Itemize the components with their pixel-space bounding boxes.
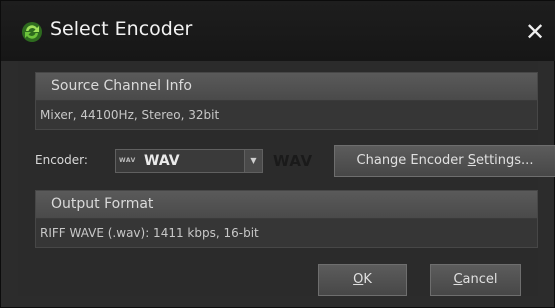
change-button-mnemonic: S — [467, 153, 476, 168]
ok-mnemonic: O — [353, 272, 364, 287]
encoder-label: Encoder: — [35, 153, 88, 167]
encoder-row: Encoder: WAV WAV ▼ WAV Change Encoder Se… — [35, 145, 555, 177]
close-icon[interactable]: ✕ — [522, 19, 548, 45]
cancel-button[interactable]: Cancel — [430, 264, 521, 296]
refresh-arrows-icon — [22, 22, 42, 42]
change-encoder-settings-button[interactable]: Change Encoder Settings... — [334, 145, 555, 177]
select-encoder-dialog: Select Encoder ✕ Source Channel Info Mix… — [0, 0, 555, 308]
source-channel-info-panel: Source Channel Info Mixer, 44100Hz, Ster… — [35, 72, 538, 130]
ok-button[interactable]: OK — [318, 264, 407, 296]
title-bar[interactable]: Select Encoder ✕ — [1, 1, 555, 61]
ok-rest: K — [363, 272, 372, 287]
cancel-rest: ancel — [462, 272, 498, 287]
output-format-value: RIFF WAVE (.wav): 1411 kbps, 16-bit — [36, 219, 537, 247]
wav-logo: WAV — [273, 152, 313, 170]
output-format-header: Output Format — [36, 191, 537, 219]
wav-mini-logo-icon: WAV — [119, 157, 136, 164]
output-format-panel: Output Format RIFF WAVE (.wav): 1411 kbp… — [35, 190, 538, 248]
change-button-text-pre: Change Encoder — [356, 153, 468, 168]
chevron-down-icon[interactable]: ▼ — [244, 150, 262, 172]
dialog-content: Source Channel Info Mixer, 44100Hz, Ster… — [18, 61, 555, 296]
source-channel-info-value: Mixer, 44100Hz, Stereo, 32bit — [36, 101, 537, 129]
cancel-mnemonic: C — [453, 272, 463, 287]
encoder-select[interactable]: WAV WAV ▼ — [115, 149, 263, 173]
encoder-selected-value: WAV — [144, 153, 180, 169]
dialog-title: Select Encoder — [50, 18, 193, 40]
source-channel-info-header: Source Channel Info — [36, 73, 537, 101]
change-button-text-post: ettings... — [475, 153, 534, 168]
